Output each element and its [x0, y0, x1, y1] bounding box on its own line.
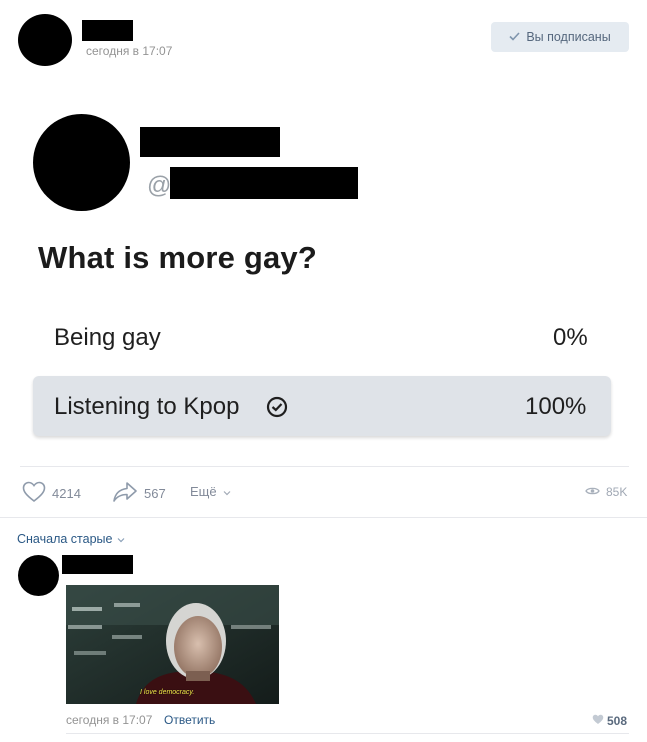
commenter-name-redacted[interactable]: [62, 555, 133, 574]
views: 85K: [585, 485, 627, 499]
post-divider: [20, 466, 629, 467]
check-circle-icon: [266, 396, 288, 423]
comment-divider: [66, 733, 629, 734]
poll-option-1-label: Being gay: [54, 324, 161, 351]
chevron-down-icon: [223, 484, 231, 499]
like-count: 4214: [52, 486, 81, 501]
poll-option-2-percent: 100%: [525, 393, 587, 420]
comment-like-count: 508: [607, 714, 628, 728]
subscribed-button[interactable]: Вы подписаны: [491, 22, 629, 52]
sort-label: Сначала старые: [17, 532, 113, 546]
share-button[interactable]: 567: [112, 481, 166, 506]
poll-question: What is more gay?: [38, 240, 318, 275]
post-time[interactable]: сегодня в 17:07: [86, 44, 172, 58]
chevron-down-icon: [117, 532, 125, 546]
comment-time[interactable]: сегодня в 17:07: [66, 713, 152, 727]
author-name-redacted[interactable]: [82, 20, 133, 41]
share-arrow-icon: [112, 481, 138, 506]
comments-divider: [0, 517, 647, 518]
tweet-handle-redacted: [170, 167, 358, 199]
tweet-name-redacted: [140, 127, 280, 157]
subscribed-label: Вы подписаны: [526, 30, 611, 44]
share-count: 567: [144, 486, 166, 501]
eye-icon: [585, 485, 600, 499]
reply-button[interactable]: Ответить: [164, 713, 215, 727]
commenter-avatar[interactable]: [18, 555, 59, 596]
heart-icon: [592, 712, 604, 730]
like-button[interactable]: 4214: [22, 481, 81, 506]
author-avatar[interactable]: [18, 14, 72, 66]
poll-option-2-label: Listening to Kpop: [54, 393, 240, 420]
comment-like-button[interactable]: 508: [592, 712, 627, 730]
more-label: Ещё: [190, 484, 217, 499]
tweet-avatar: [33, 114, 130, 211]
heart-icon: [22, 481, 46, 506]
poll-option-1-percent: 0%: [553, 324, 588, 351]
more-button[interactable]: Ещё: [190, 484, 231, 499]
views-count: 85K: [606, 485, 628, 499]
comments-sort-toggle[interactable]: Сначала старые: [17, 532, 125, 546]
comment-meme-image[interactable]: [66, 585, 279, 704]
tweet-handle-prefix: @: [147, 172, 172, 199]
meme-caption: I love democracy.: [140, 689, 195, 696]
check-icon: [509, 30, 520, 44]
